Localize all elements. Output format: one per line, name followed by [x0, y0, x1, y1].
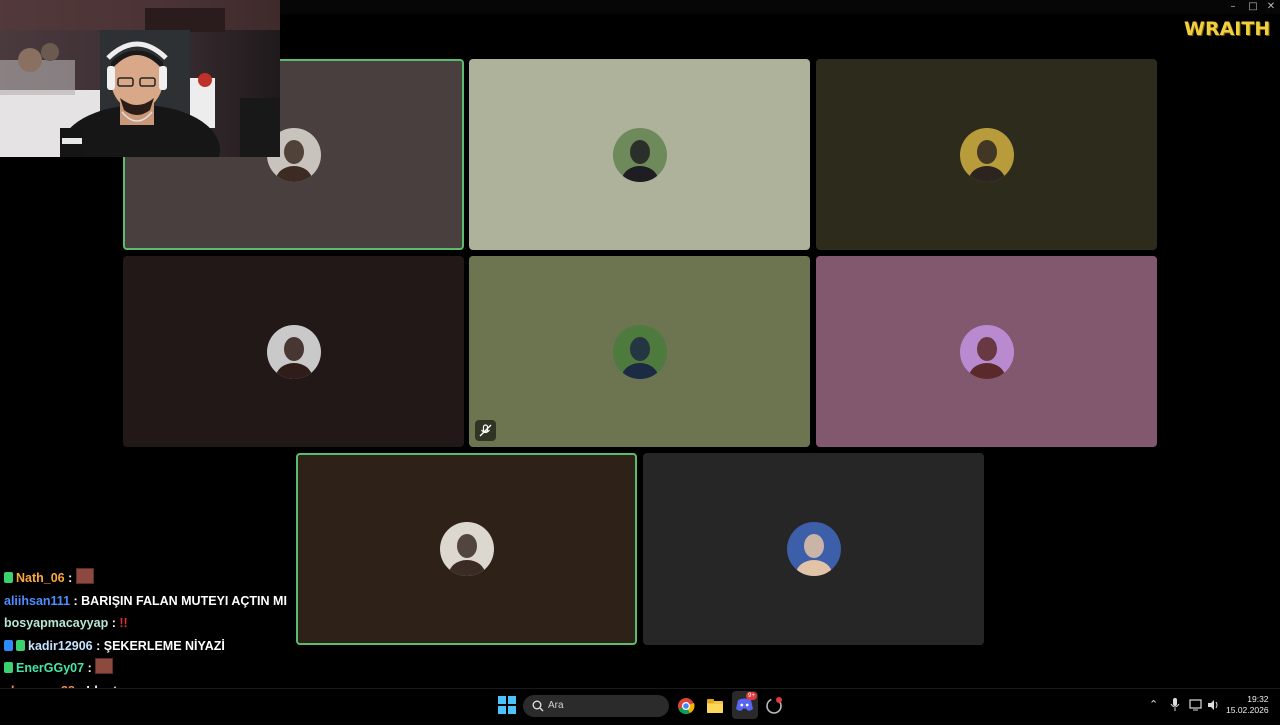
participant-avatar — [959, 127, 1014, 182]
participant-avatar — [439, 522, 494, 576]
participant-tile[interactable] — [816, 256, 1157, 447]
chevron-up-icon[interactable]: ⌃ — [1149, 698, 1158, 711]
chat-separator: : — [92, 638, 104, 653]
chat-badge-icon — [4, 572, 13, 583]
app-icon[interactable] — [765, 697, 783, 715]
chat-emote-icon — [75, 568, 94, 584]
chat-message: kadir12906 : ŞEKERLEME NİYAZİ — [4, 635, 304, 658]
participant-tile[interactable] — [816, 59, 1157, 250]
discord-taskbar-button[interactable]: 9+ — [732, 691, 758, 719]
participant-avatar — [266, 324, 321, 379]
chat-special-text: !! — [119, 616, 128, 631]
chat-separator: : — [64, 571, 76, 585]
chat-username: aliihsan111 — [4, 593, 71, 608]
clock-time: 19:32 — [1247, 694, 1269, 704]
chat-username: EnerGGy07 — [16, 661, 85, 676]
clock-date: 15.02.2026 — [1226, 705, 1269, 715]
chat-badge-icon — [4, 639, 13, 651]
chat-message: aliihsan111 : BARIŞIN FALAN MUTEYI AÇTIN… — [4, 590, 304, 613]
windows-start-icon[interactable] — [498, 696, 516, 714]
chat-badge-icon — [4, 662, 13, 674]
participant-avatar — [612, 127, 667, 182]
search-placeholder: Ara — [548, 700, 564, 711]
system-clock[interactable]: 19:32 15.02.2026 — [1226, 694, 1269, 716]
participant-avatar — [959, 324, 1014, 379]
chat-message: Nath_06 : — [4, 567, 304, 590]
chat-message: EnerGGy07 : — [4, 657, 304, 680]
chat-text: BARIŞIN FALAN MUTEYI AÇTIN MI — [81, 593, 287, 608]
chat-username: kadir12906 — [28, 638, 93, 653]
chat-text: ŞEKERLEME NİYAZİ — [103, 638, 225, 653]
chat-separator: : — [84, 661, 96, 676]
microphone-icon[interactable] — [1169, 698, 1181, 712]
participant-tile[interactable] — [469, 59, 810, 250]
chat-message: bosyapmacayyap : !! — [4, 612, 304, 635]
participant-tile[interactable] — [643, 453, 984, 645]
taskbar-search[interactable]: Ara — [523, 695, 669, 717]
discord-icon — [736, 698, 753, 711]
search-icon — [532, 700, 544, 712]
chat-username: bosyapmacayyap — [4, 616, 109, 631]
muted-icon — [475, 420, 496, 441]
chat-emote-icon — [95, 658, 114, 675]
minimize-button[interactable]: – — [1222, 1, 1244, 13]
participant-tile[interactable] — [469, 256, 810, 447]
file-explorer-icon[interactable] — [706, 697, 724, 715]
webcam-overlay — [0, 0, 280, 157]
close-button[interactable]: ✕ — [1260, 1, 1280, 13]
participant-tile[interactable] — [123, 256, 464, 447]
windows-taskbar: Ara 9+ ⌃ 19:32 15.02.2026 — [0, 688, 1280, 721]
stream-logo: WRAITH — [1184, 18, 1271, 40]
participant-tile[interactable] — [296, 453, 637, 645]
chat-separator: : — [70, 593, 82, 608]
discord-notification-badge: 9+ — [746, 692, 757, 700]
network-icon[interactable] — [1189, 699, 1203, 711]
chrome-icon[interactable] — [677, 697, 695, 715]
chat-badge-icon — [16, 639, 25, 651]
participant-avatar — [786, 522, 841, 576]
volume-icon[interactable] — [1207, 699, 1220, 711]
chat-separator: : — [108, 616, 120, 631]
participant-avatar — [612, 324, 667, 379]
chat-username: Nath_06 — [16, 571, 65, 585]
